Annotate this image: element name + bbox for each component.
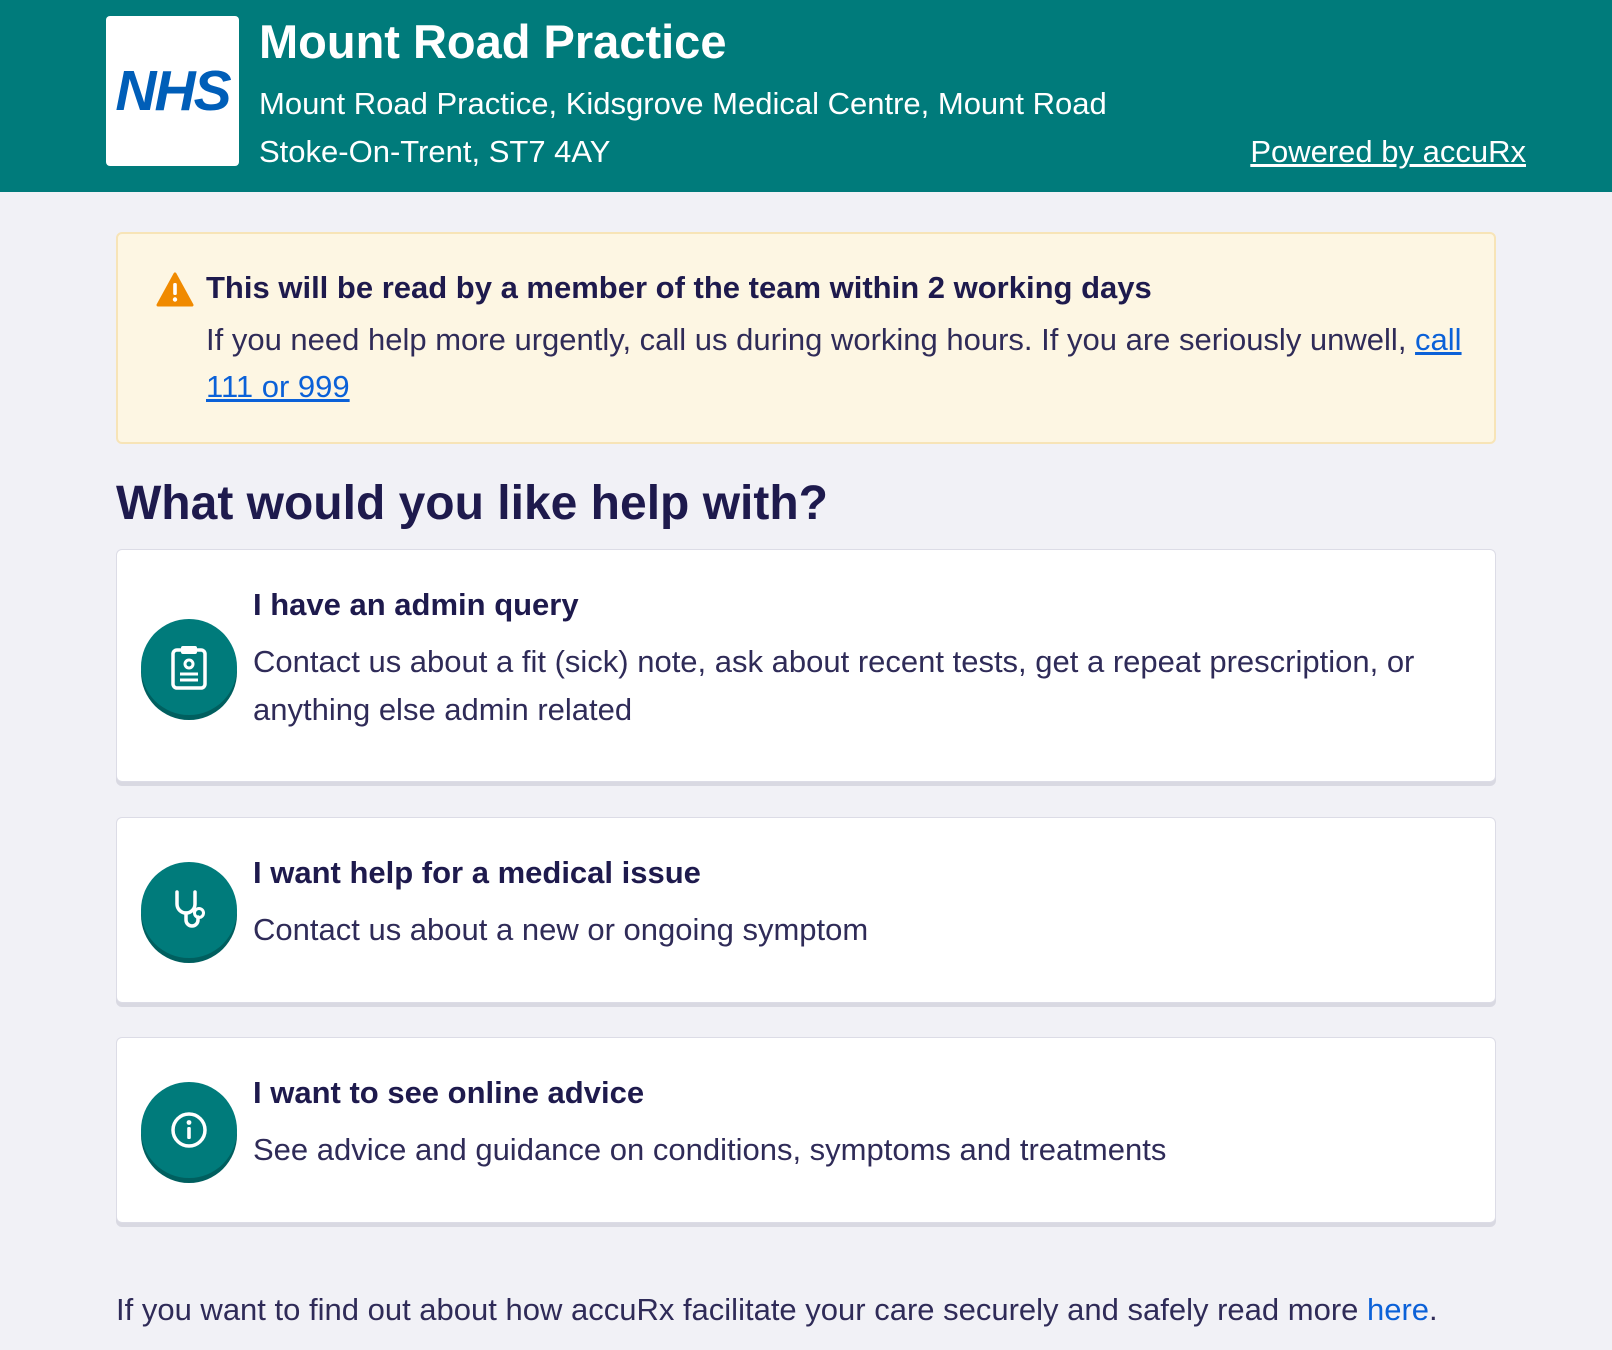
option-medical-issue[interactable]: I want help for a medical issue Contact … <box>116 817 1496 1003</box>
option-online-advice[interactable]: I want to see online advice See advice a… <box>116 1037 1496 1223</box>
option-title: I want to see online advice <box>253 1075 645 1110</box>
stethoscope-icon <box>141 862 237 958</box>
powered-by-accurx-link[interactable]: Powered by accuRx <box>1250 134 1526 170</box>
option-admin-query[interactable]: I have an admin query Contact us about a… <box>116 549 1496 782</box>
option-description: Contact us about a fit (sick) note, ask … <box>253 644 1415 727</box>
footer-end: . <box>1429 1292 1438 1327</box>
option-description: See advice and guidance on conditions, s… <box>253 1132 1167 1167</box>
practice-address-line1: Mount Road Practice, Kidsgrove Medical C… <box>259 86 1107 121</box>
notice-body: If you need help more urgently, call us … <box>206 316 1466 410</box>
page-heading: What would you like help with? <box>116 477 828 530</box>
footer-note: If you want to find out about how accuRx… <box>116 1292 1438 1328</box>
notice-title: This will be read by a member of the tea… <box>206 270 1152 305</box>
footer-text: If you want to find out about how accuRx… <box>116 1292 1367 1327</box>
notice-body-text: If you need help more urgently, call us … <box>206 322 1416 357</box>
nhs-logo-text: NHS <box>115 59 231 123</box>
urgency-notice: This will be read by a member of the tea… <box>116 232 1496 444</box>
info-icon <box>141 1082 237 1178</box>
header: NHS Mount Road Practice Mount Road Pract… <box>0 0 1612 192</box>
option-title: I want help for a medical issue <box>253 855 701 890</box>
option-title: I have an admin query <box>253 587 579 622</box>
option-description: Contact us about a new or ongoing sympto… <box>253 912 869 947</box>
nhs-logo: NHS <box>106 16 239 166</box>
practice-name: Mount Road Practice <box>259 15 727 68</box>
practice-address-line2: Stoke-On-Trent, ST7 4AY <box>259 134 611 169</box>
clipboard-icon <box>141 619 237 715</box>
read-more-here-link[interactable]: here <box>1367 1292 1429 1327</box>
warning-triangle-icon <box>156 272 194 307</box>
